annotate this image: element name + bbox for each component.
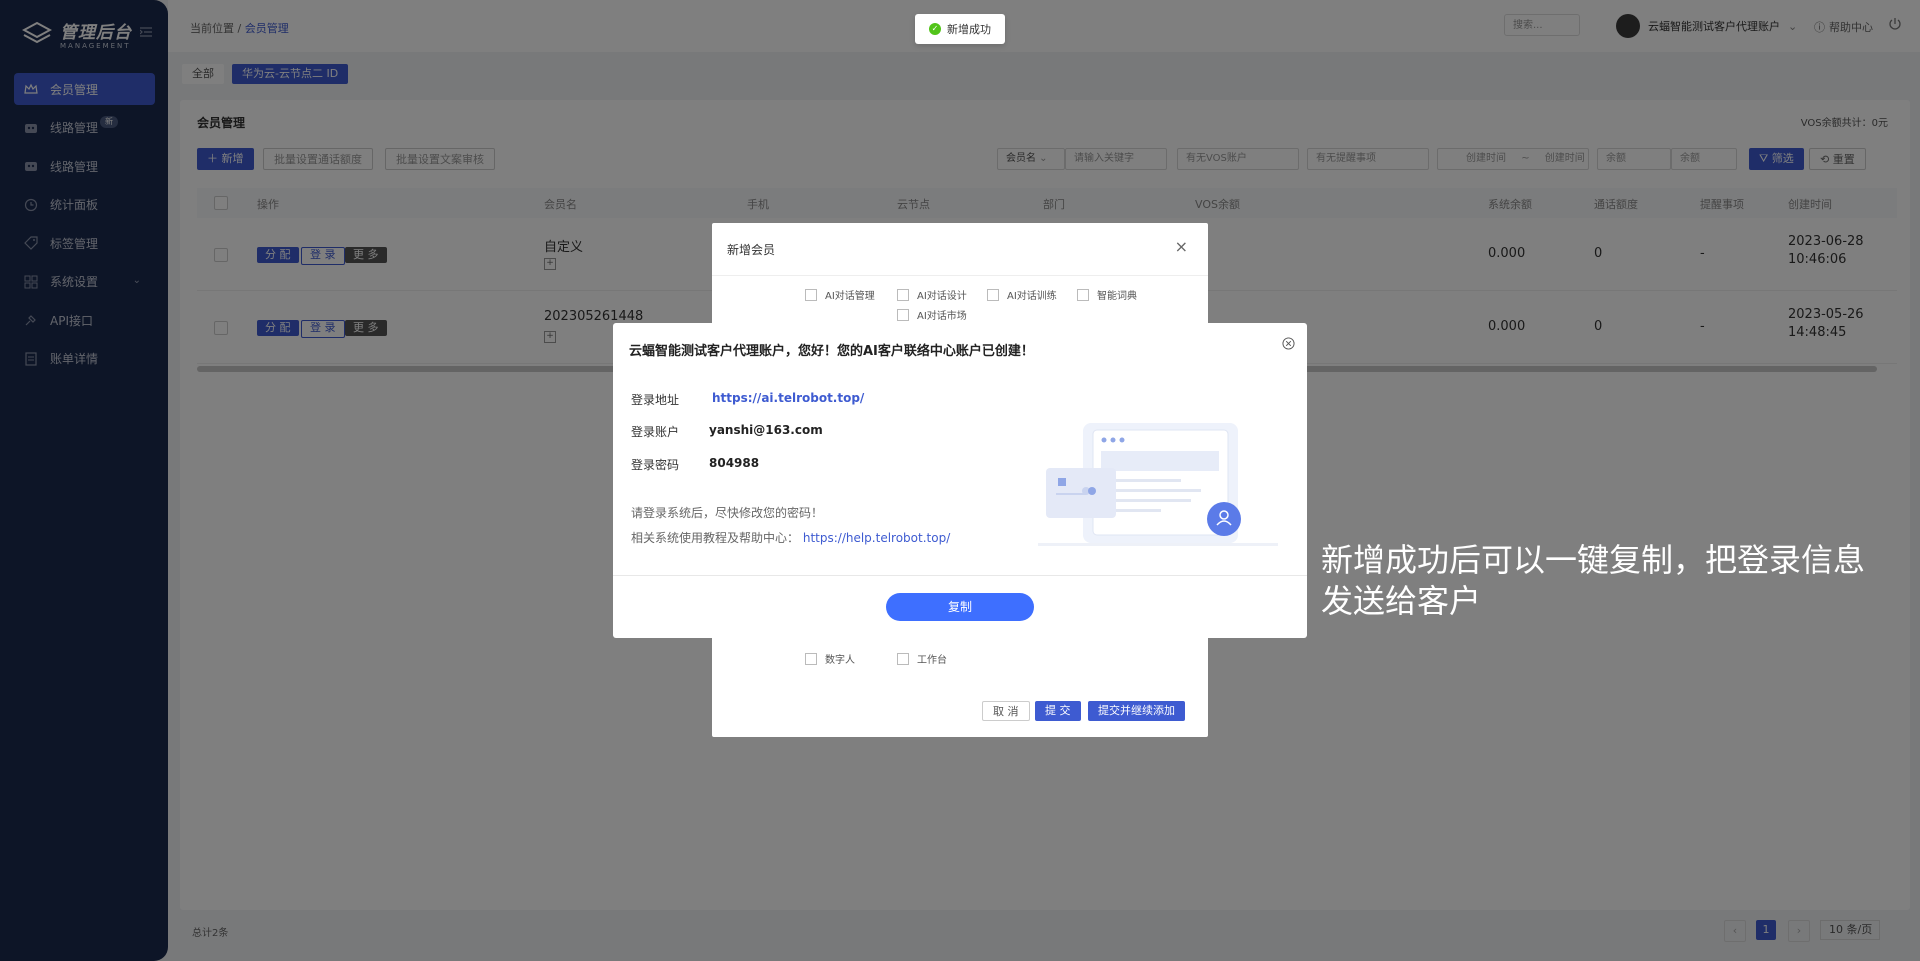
submit-button[interactable]: 提 交 <box>1035 701 1081 721</box>
checkbox-label: AI对话训练 <box>1007 291 1057 302</box>
login-url-label: 登录地址 <box>631 393 680 407</box>
divider <box>613 575 1307 576</box>
checkbox-box <box>805 652 817 665</box>
modal-title: 新增会员 <box>727 243 776 257</box>
divider <box>712 275 1208 276</box>
help-note-prefix: 相关系统使用教程及帮助中心： <box>631 531 800 545</box>
cancel-button[interactable]: 取 消 <box>982 701 1030 721</box>
password-label: 登录密码 <box>631 458 680 472</box>
checkbox-box <box>987 288 999 301</box>
checkbox-label: 工作台 <box>917 655 947 666</box>
checkbox-box <box>1077 288 1089 301</box>
checkbox-label: AI对话管理 <box>825 291 875 302</box>
checkbox-ai-dialog-market[interactable]: AI对话市场 <box>897 307 967 322</box>
checkbox-ai-dialog-design[interactable]: AI对话设计 <box>897 287 967 302</box>
checkbox-label: 数字人 <box>825 655 855 666</box>
checkbox-box <box>897 652 909 665</box>
toast-text: 新增成功 <box>947 23 991 36</box>
checkbox-digital-human[interactable]: 数字人 <box>805 651 855 666</box>
close-icon[interactable]: × <box>1175 237 1188 256</box>
checkbox-ai-dialog-train[interactable]: AI对话训练 <box>987 287 1057 302</box>
copy-button[interactable]: 复制 <box>886 593 1034 621</box>
checkbox-box <box>897 308 909 321</box>
checkbox-smart-dict[interactable]: 智能词典 <box>1077 287 1137 302</box>
account-created-modal: 云蝠智能测试客户代理账户，您好！您的AI客户联络中心账户已创建！ 登录地址 ht… <box>613 323 1307 638</box>
account-value: yanshi@163.com <box>709 423 823 437</box>
login-url-link[interactable]: https://ai.telrobot.top/ <box>712 391 864 405</box>
modal-title: 云蝠智能测试客户代理账户，您好！您的AI客户联络中心账户已创建！ <box>629 344 1034 359</box>
account-illustration <box>1038 423 1278 546</box>
success-toast: ✓ 新增成功 <box>915 14 1005 44</box>
checkbox-box <box>897 288 909 301</box>
checkbox-label: AI对话市场 <box>917 311 967 322</box>
checkbox-label: 智能词典 <box>1097 291 1137 302</box>
change-password-note: 请登录系统后，尽快修改您的密码！ <box>631 506 824 520</box>
checkbox-box <box>805 288 817 301</box>
checkbox-workbench[interactable]: 工作台 <box>897 651 947 666</box>
account-label: 登录账户 <box>631 425 680 439</box>
close-circle-icon[interactable] <box>1282 337 1295 350</box>
help-note: 相关系统使用教程及帮助中心： https://help.telrobot.top… <box>631 529 950 546</box>
checkbox-label: AI对话设计 <box>917 291 967 302</box>
help-url-link[interactable]: https://help.telrobot.top/ <box>803 531 950 545</box>
annotation-caption: 新增成功后可以一键复制，把登录信息发送给客户 <box>1321 541 1866 620</box>
password-value: 804988 <box>709 456 760 470</box>
submit-continue-button[interactable]: 提交并继续添加 <box>1088 701 1185 721</box>
checkbox-ai-dialog-manage[interactable]: AI对话管理 <box>805 287 875 302</box>
check-circle-icon: ✓ <box>929 23 941 35</box>
